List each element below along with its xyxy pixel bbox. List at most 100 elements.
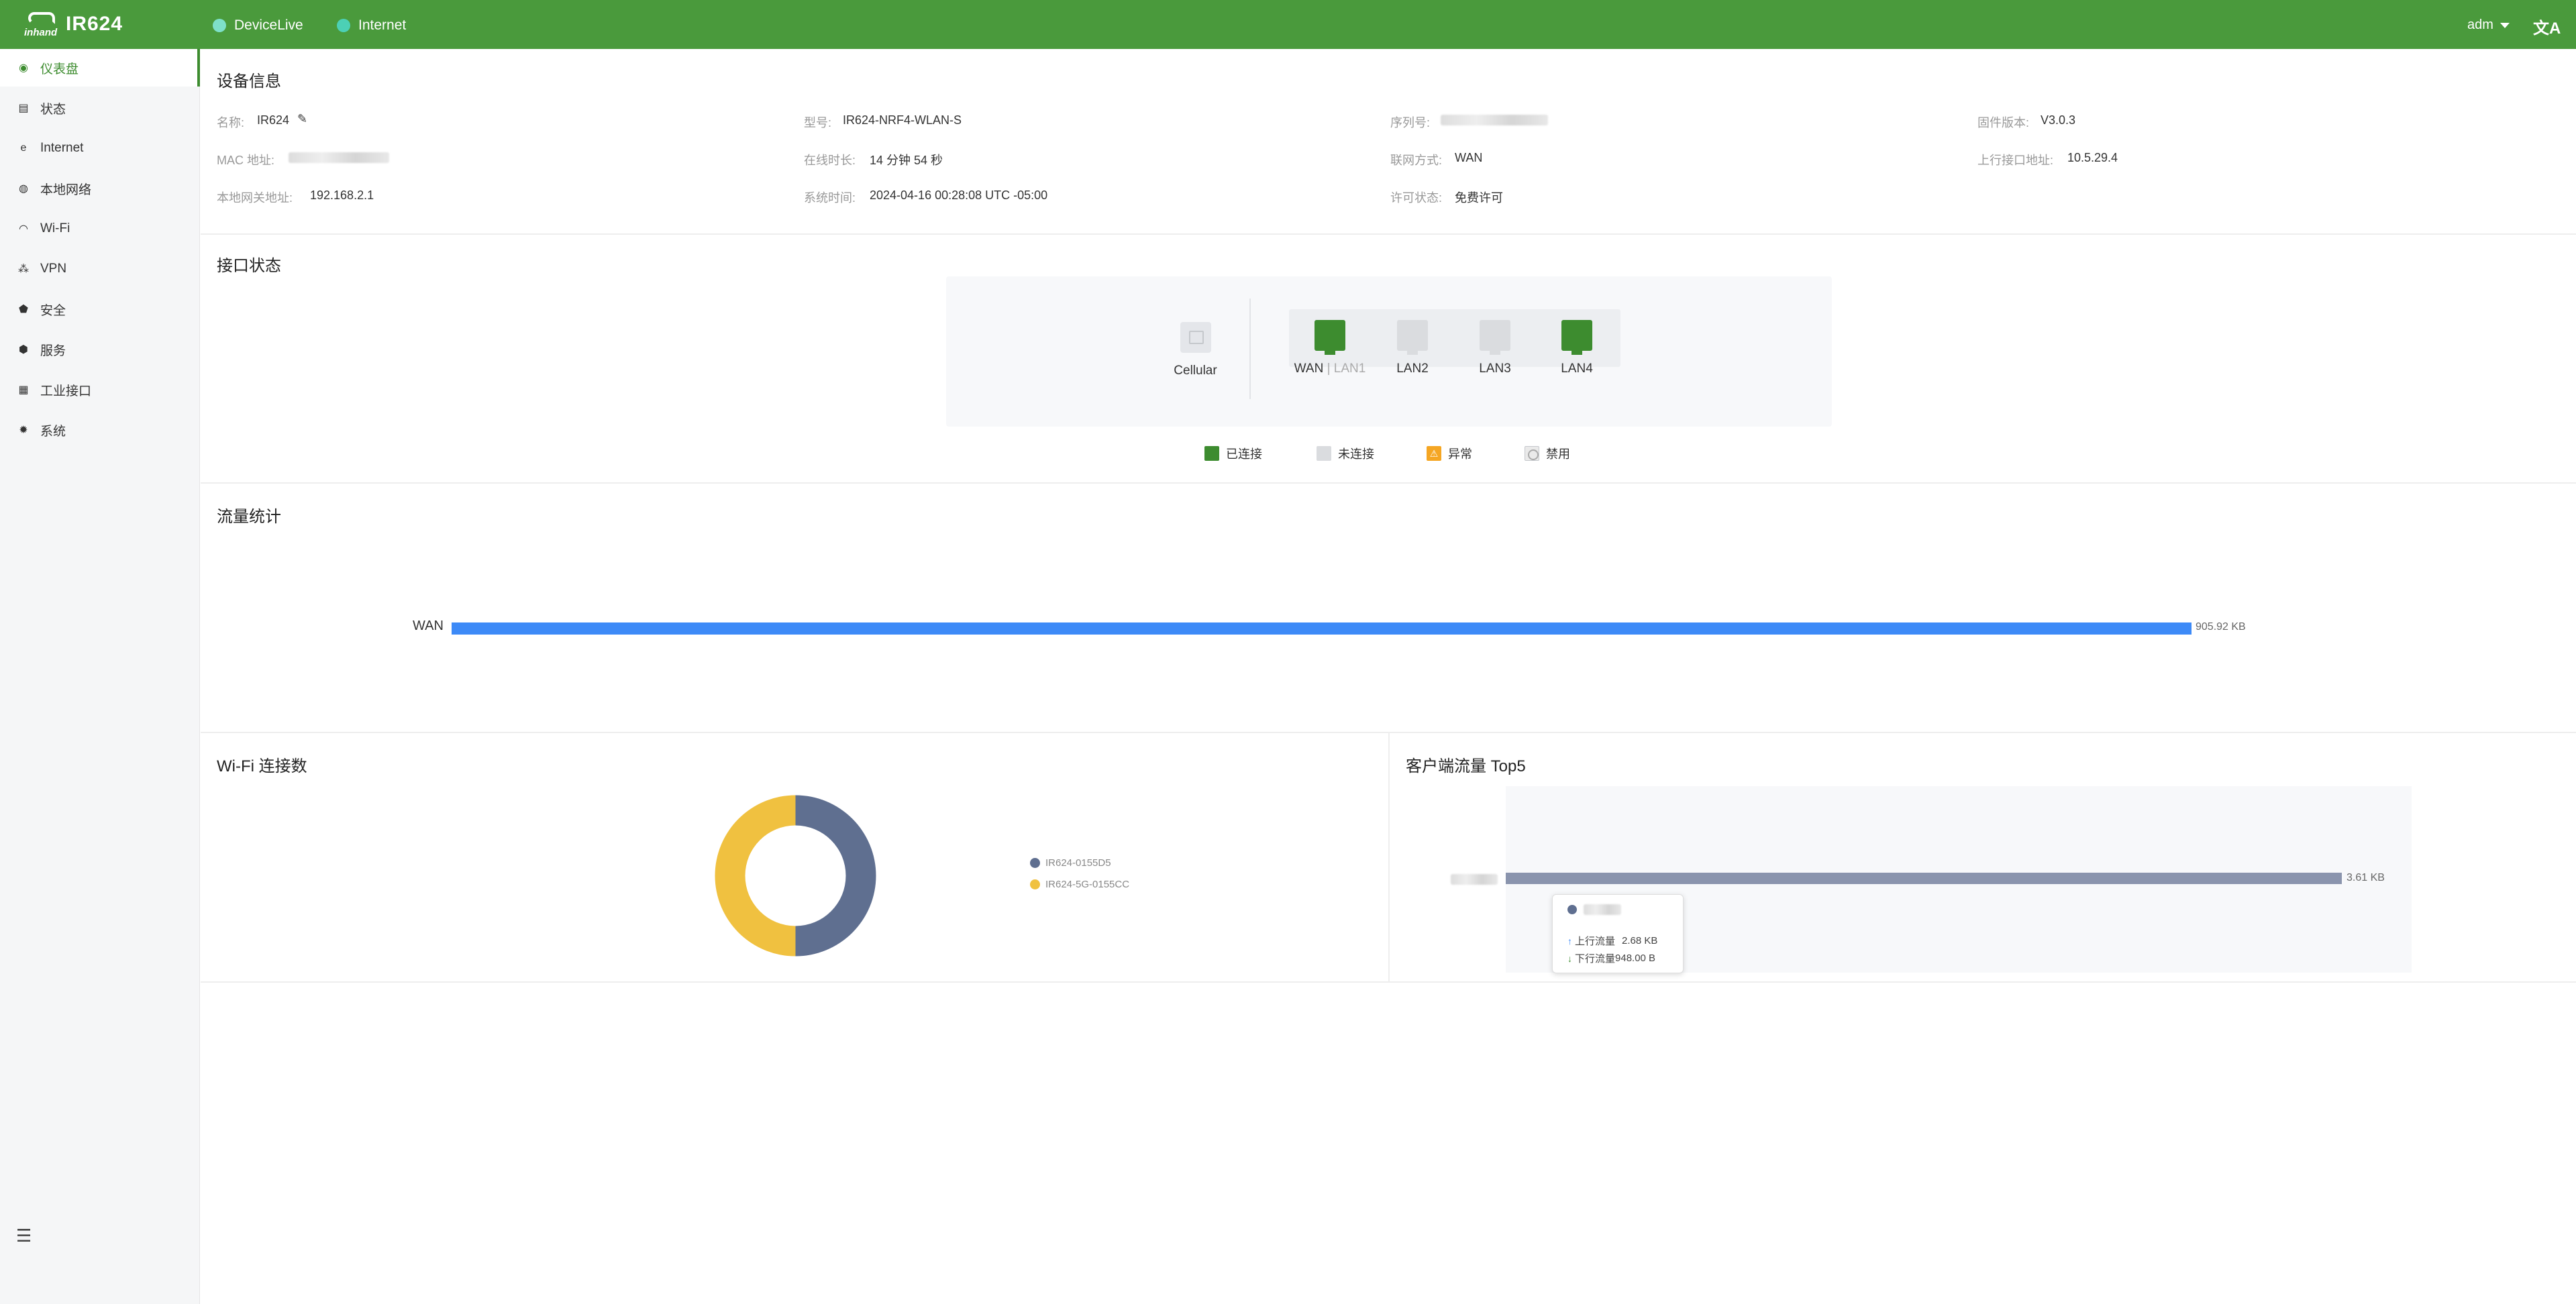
device-info-title: 设备信息: [217, 72, 281, 91]
edit-name-icon[interactable]: ✎: [297, 112, 307, 126]
collapse-sidebar-icon[interactable]: ☰: [16, 1226, 32, 1246]
status-icon: ▤: [18, 103, 29, 114]
gateway-value: 192.168.2.1: [310, 188, 374, 202]
security-icon: ⬟: [19, 304, 28, 315]
sidebar-item-internet[interactable]: e Internet: [0, 129, 200, 167]
donut-slice-1[interactable]: [795, 795, 876, 957]
port-label: Cellular: [1174, 364, 1217, 378]
sidebar-item-security[interactable]: ⬟ 安全: [0, 290, 200, 328]
firmware-label: 固件版本:: [1977, 116, 2030, 129]
sidebar-item-wifi[interactable]: ◠ Wi-Fi: [0, 210, 200, 248]
sidebar-item-vpn[interactable]: ⁂ VPN: [0, 250, 200, 288]
interface-status-title: 接口状态: [217, 257, 281, 275]
ethernet-port-icon: [1561, 320, 1592, 355]
port-label: LAN2: [1396, 362, 1429, 376]
tooltip-client-redacted: [1584, 904, 1621, 915]
inhand-logo-icon: inhand: [24, 9, 62, 39]
wifi-title: Wi-Fi 连接数: [217, 757, 307, 775]
disabled-icon: [1525, 446, 1539, 461]
systime-label: 系统时间:: [804, 191, 856, 205]
legend-dot: [1030, 858, 1040, 868]
legend-disconnected: 未连接: [1317, 445, 1374, 462]
tooltip-dot: [1567, 905, 1577, 914]
traffic-category-label: WAN: [413, 618, 444, 633]
sidebar-item-system[interactable]: ✹ 系统: [0, 411, 200, 449]
service-icon: ⬢: [19, 344, 28, 356]
wifi-legend-item-1[interactable]: IR624-0155D5: [1030, 857, 1111, 869]
industrial-interface-icon: ▦: [18, 384, 29, 396]
vpn-icon: ⁂: [18, 264, 29, 275]
download-arrow-icon: ↓: [1567, 953, 1572, 964]
port-lan2[interactable]: LAN2: [1394, 320, 1431, 376]
mac-label: MAC 地址:: [217, 154, 275, 167]
port-wan[interactable]: WAN | LAN1: [1292, 320, 1368, 376]
top5-title: 客户端流量 Top5: [1406, 757, 1526, 775]
sidebar-item-label: 工业接口: [40, 384, 92, 398]
top5-category-redacted: [1451, 874, 1498, 885]
top5-tooltip: ↑ 上行流量 2.68 KB ↓ 下行流量 948.00 B: [1552, 894, 1684, 973]
network-mode-label: 联网方式:: [1390, 154, 1443, 167]
legend-label: IR624-0155D5: [1045, 857, 1111, 869]
systime-value: 2024-04-16 00:28:08 UTC -05:00: [870, 188, 1048, 202]
sidebar-item-dashboard[interactable]: ◉ 仪表盘: [0, 49, 200, 87]
devicelive-link[interactable]: DeviceLive: [213, 17, 303, 34]
sidebar-item-label: 安全: [40, 303, 66, 318]
license-label: 许可状态:: [1390, 191, 1443, 205]
sidebar-item-label: Wi-Fi: [40, 221, 70, 235]
warning-icon: ⚠: [1427, 446, 1441, 461]
sidebar-item-service[interactable]: ⬢ 服务: [0, 331, 200, 368]
logo[interactable]: inhand IR624: [24, 9, 123, 39]
ethernet-port-icon: [1315, 320, 1345, 355]
wifi-donut-chart: [715, 795, 876, 957]
port-lan4[interactable]: LAN4: [1559, 320, 1595, 376]
port-sep: |: [1327, 362, 1331, 376]
product-title: IR624: [66, 13, 123, 35]
internet-link[interactable]: Internet: [337, 17, 406, 34]
internet-label: Internet: [358, 17, 407, 33]
sidebar-item-industrial-interface[interactable]: ▦ 工业接口: [0, 371, 200, 409]
user-menu[interactable]: adm: [2467, 17, 2510, 33]
legend-label: 已连接: [1226, 447, 1262, 461]
tooltip-down-label: 下行流量: [1575, 953, 1616, 965]
gateway-label: 本地网关地址:: [217, 191, 293, 205]
uptime-value: 14 分钟 54 秒: [870, 154, 943, 167]
legend-label: IR624-5G-0155CC: [1045, 879, 1130, 890]
username: adm: [2467, 17, 2493, 32]
name-value: IR624: [257, 113, 290, 127]
sidebar: ◉ 仪表盘 ▤ 状态 e Internet ◍ 本地网络 ◠ Wi-Fi ⁂ V…: [0, 49, 200, 1304]
globe-icon: [337, 19, 350, 32]
serial-value-redacted: [1441, 115, 1548, 129]
sidebar-item-label: VPN: [40, 262, 67, 276]
tooltip-up-value: 2.68 KB: [1622, 935, 1658, 946]
sidebar-item-local-network[interactable]: ◍ 本地网络: [0, 170, 200, 207]
traffic-value-label: 905.92 KB: [2196, 621, 2246, 633]
license-value: 免费许可: [1455, 191, 1503, 205]
chevron-down-icon: [2500, 22, 2510, 28]
sidebar-item-label: 状态: [40, 102, 66, 117]
top5-value-label: 3.61 KB: [2347, 872, 2385, 883]
legend-label: 禁用: [1546, 447, 1570, 461]
donut-slice-2[interactable]: [715, 795, 796, 957]
legend-abnormal: ⚠ 异常: [1427, 445, 1472, 462]
port-label: LAN3: [1479, 362, 1511, 376]
traffic-bar-wan[interactable]: [452, 622, 2192, 635]
top5-bar[interactable]: [1506, 873, 2342, 884]
sidebar-item-label: 本地网络: [40, 182, 92, 197]
cloud-icon: [213, 19, 226, 32]
device-info-section: 设备信息 名称: IR624 ✎ 型号: IR624-NRF4-WLAN-S 序…: [201, 49, 2576, 235]
port-label: LAN4: [1561, 362, 1593, 376]
port-cellular[interactable]: Cellular: [1174, 322, 1217, 378]
tooltip-header: [1567, 904, 1621, 915]
tooltip-down-row: ↓ 下行流量 948.00 B: [1567, 951, 1655, 965]
wifi-legend-item-2[interactable]: IR624-5G-0155CC: [1030, 879, 1129, 890]
language-icon[interactable]: 文A: [2533, 15, 2561, 38]
sidebar-item-status[interactable]: ▤ 状态: [0, 89, 200, 127]
model-label: 型号:: [804, 116, 832, 129]
legend-label: 异常: [1448, 447, 1472, 461]
sidebar-item-label: 系统: [40, 424, 66, 439]
port-lan3[interactable]: LAN3: [1477, 320, 1513, 376]
sidebar-item-label: Internet: [40, 141, 84, 155]
port-label: WAN: [1294, 362, 1324, 376]
tooltip-up-row: ↑ 上行流量 2.68 KB: [1567, 934, 1657, 948]
interface-divider: [1249, 298, 1251, 399]
